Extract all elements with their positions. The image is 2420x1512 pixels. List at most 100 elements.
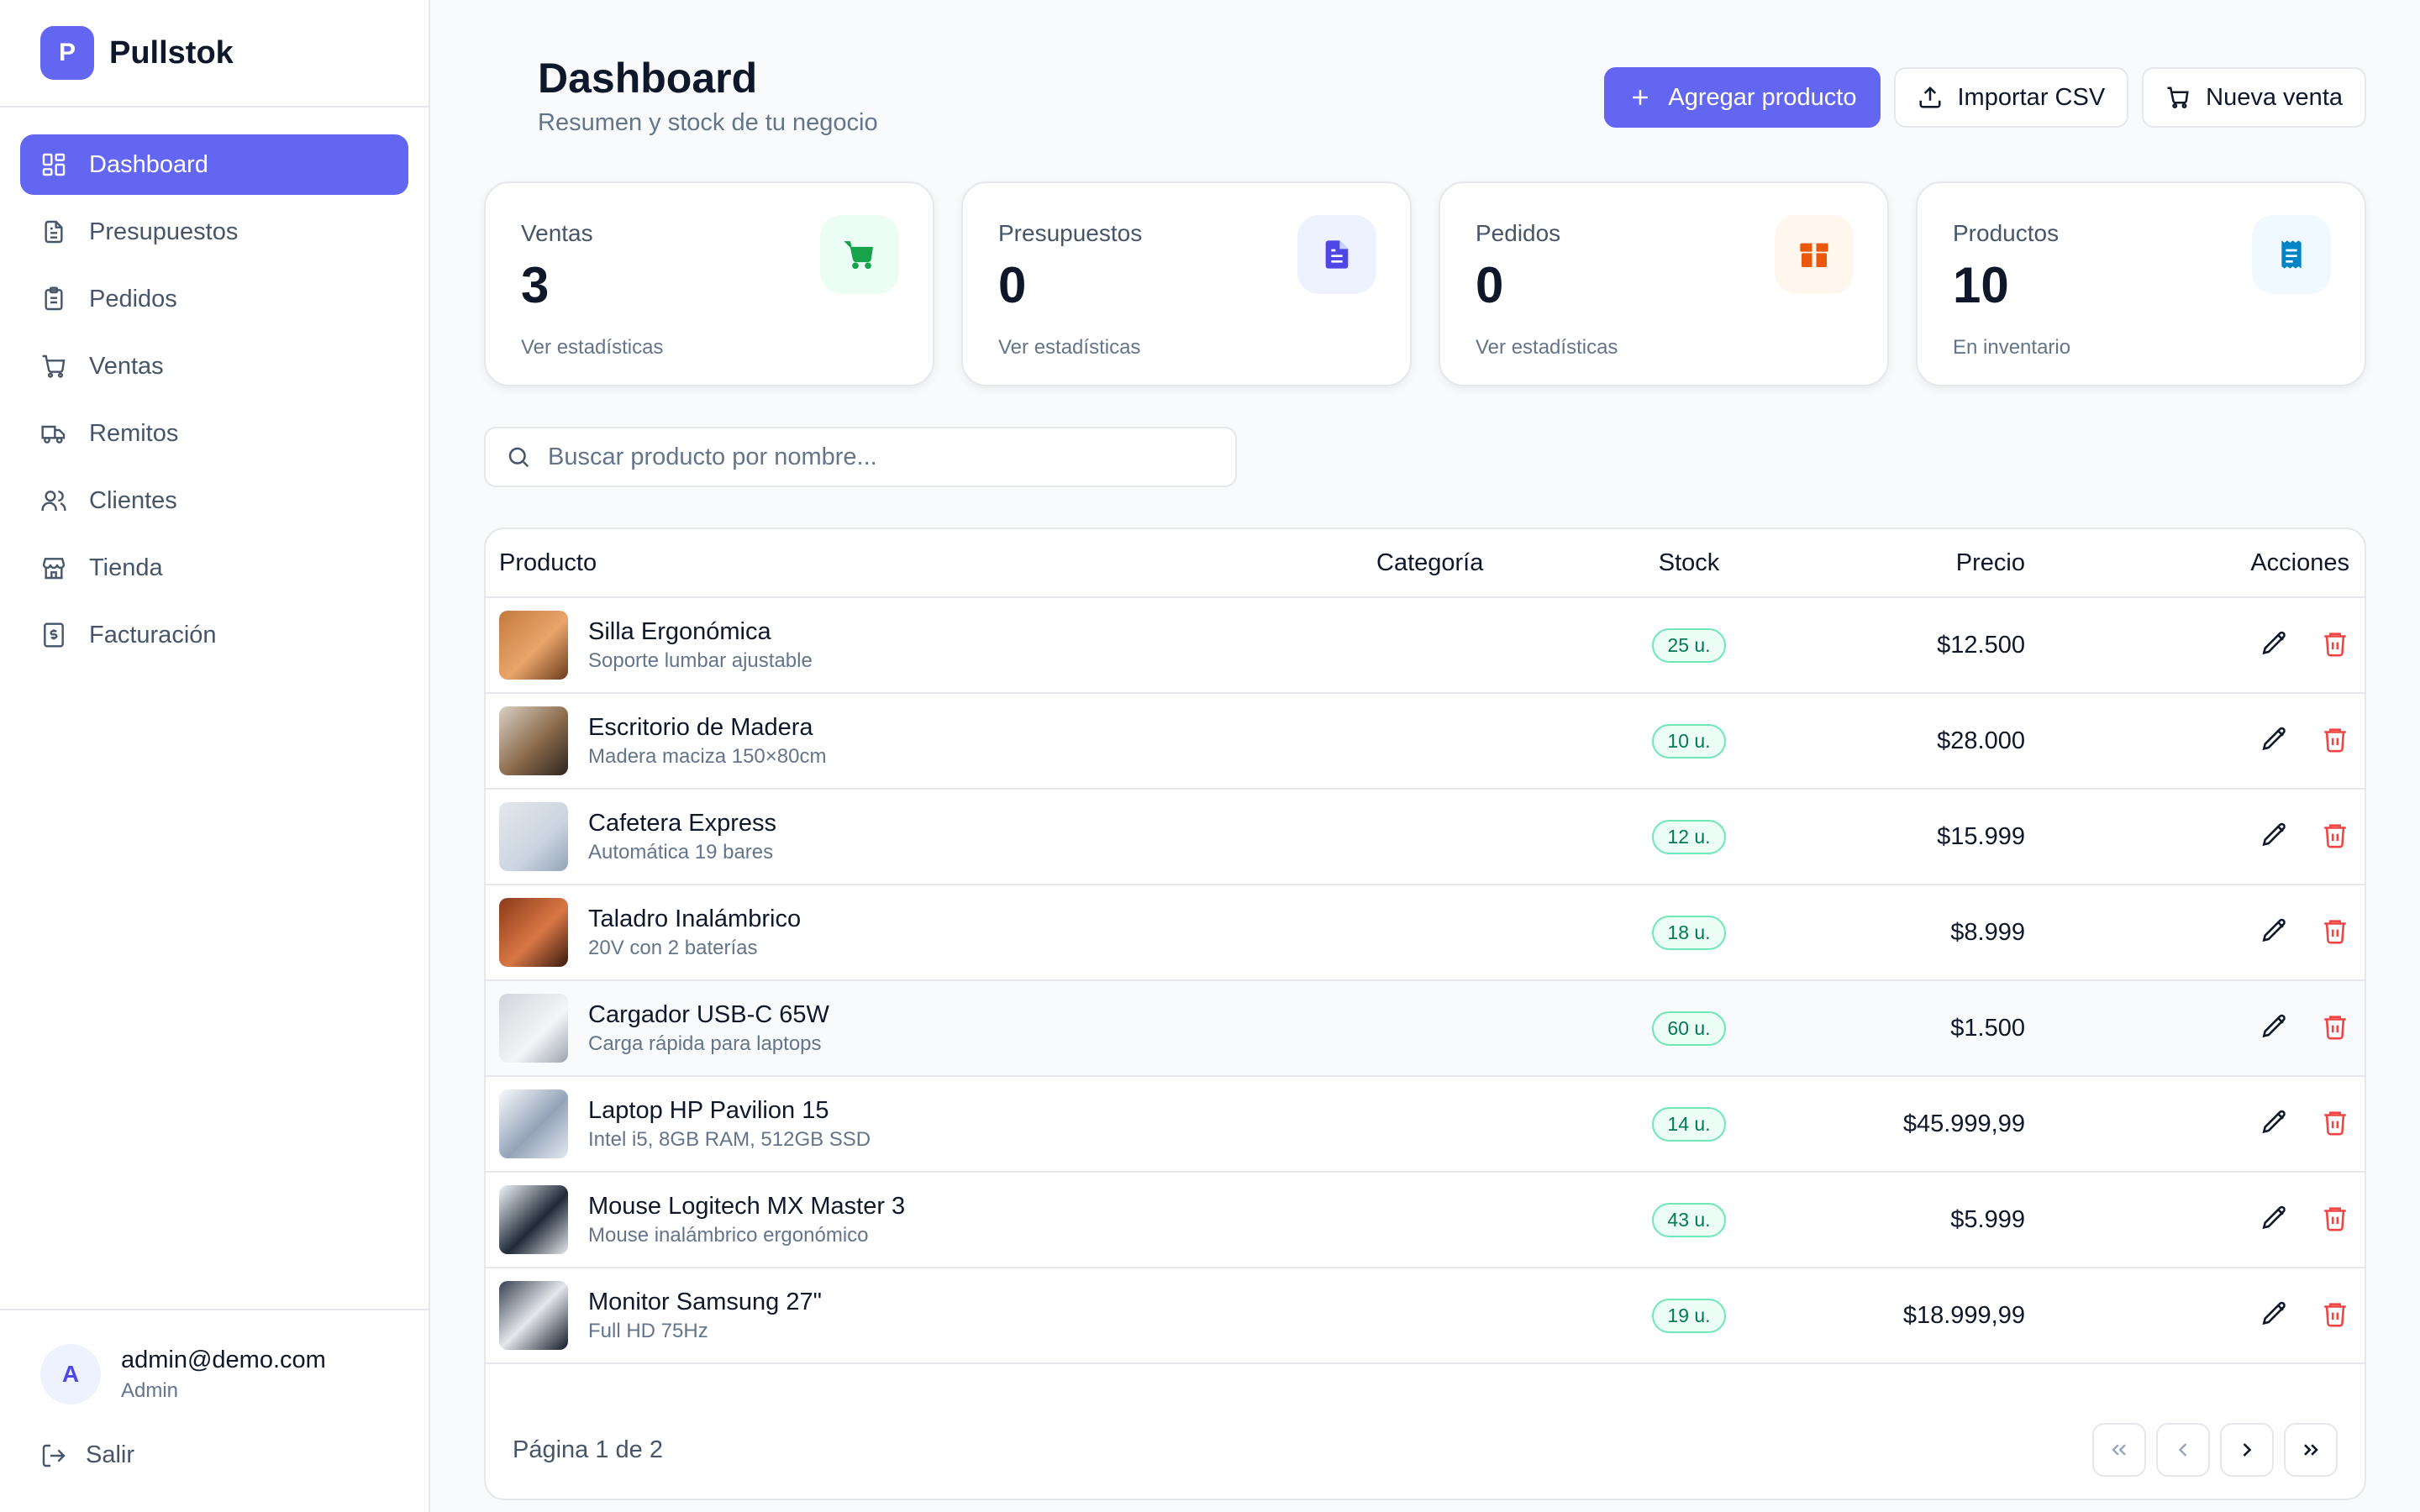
product-cell: Mouse Logitech MX Master 3 Mouse inalámb…: [486, 1185, 1376, 1254]
search-box[interactable]: [484, 427, 1237, 487]
edit-icon[interactable]: [2260, 916, 2289, 945]
stat-card-productos[interactable]: Productos 10 En inventario: [1916, 181, 2366, 386]
product-description: Full HD 75Hz: [588, 1319, 708, 1342]
add-product-button[interactable]: Agregar producto: [1604, 67, 1881, 128]
column-header-category[interactable]: Categoría: [1376, 549, 1605, 577]
page-header: Dashboard Resumen y stock de tu negocio …: [484, 0, 2366, 165]
product-cell: Escritorio de Madera Madera maciza 150×8…: [486, 706, 1376, 775]
product-thumbnail: [499, 898, 568, 967]
edit-icon[interactable]: [2260, 1204, 2289, 1232]
product-cell: Taladro Inalámbrico 20V con 2 baterías: [486, 898, 1376, 967]
product-description: Mouse inalámbrico ergonómico: [588, 1223, 869, 1247]
edit-icon[interactable]: [2260, 1299, 2289, 1328]
table-row[interactable]: Escritorio de Madera Madera maciza 150×8…: [486, 694, 2365, 790]
table-header: Producto Categoría Stock Precio Acciones: [486, 529, 2365, 598]
table-body: Silla Ergonómica Soporte lumbar ajustabl…: [486, 598, 2365, 1364]
stock-badge: 43 u.: [1652, 1202, 1726, 1237]
stat-icon-wrap: [820, 215, 899, 294]
trash-icon[interactable]: [2321, 1108, 2349, 1137]
product-cell: Laptop HP Pavilion 15 Intel i5, 8GB RAM,…: [486, 1089, 1376, 1158]
table-row[interactable]: Mouse Logitech MX Master 3 Mouse inalámb…: [486, 1173, 2365, 1268]
add-product-label: Agregar producto: [1668, 83, 1857, 111]
logout-button[interactable]: Salir: [40, 1441, 388, 1469]
table-row[interactable]: Cargador USB-C 65W Carga rápida para lap…: [486, 981, 2365, 1077]
row-actions: [2025, 821, 2365, 853]
sidebar-item-remitos[interactable]: Remitos: [20, 403, 408, 464]
sidebar-item-pedidos[interactable]: Pedidos: [20, 269, 408, 329]
product-name: Mouse Logitech MX Master 3: [588, 1192, 906, 1220]
sidebar-item-label: Facturación: [89, 621, 217, 648]
trash-icon[interactable]: [2321, 821, 2349, 849]
stock-badge: 60 u.: [1652, 1011, 1726, 1046]
product-thumbnail: [499, 994, 568, 1063]
table-row[interactable]: Laptop HP Pavilion 15 Intel i5, 8GB RAM,…: [486, 1077, 2365, 1173]
product-name: Taladro Inalámbrico: [588, 905, 802, 932]
product-name: Silla Ergonómica: [588, 617, 771, 645]
sidebar-item-label: Tienda: [89, 554, 163, 581]
edit-icon[interactable]: [2260, 629, 2289, 658]
sidebar-item-ventas[interactable]: Ventas: [20, 336, 408, 396]
import-csv-button[interactable]: Importar CSV: [1893, 67, 2129, 128]
products-table: Producto Categoría Stock Precio Acciones…: [484, 528, 2366, 1500]
stock-cell: 60 u.: [1605, 1011, 1773, 1046]
edit-icon[interactable]: [2260, 1108, 2289, 1137]
edit-icon[interactable]: [2260, 725, 2289, 753]
receipt-icon: [2281, 240, 2302, 269]
trash-icon[interactable]: [2321, 1299, 2349, 1328]
product-cell: Cargador USB-C 65W Carga rápida para lap…: [486, 994, 1376, 1063]
search-input[interactable]: [548, 443, 1203, 471]
sidebar-item-dashboard[interactable]: Dashboard: [20, 134, 408, 195]
user-role: Admin: [121, 1378, 179, 1402]
clipboard-icon: [45, 286, 63, 311]
product-text: Cafetera Express Automática 19 bares: [588, 810, 776, 864]
stat-card-ventas[interactable]: Ventas 3 Ver estadísticas: [484, 181, 934, 386]
brand-logo: P: [40, 26, 94, 80]
brand-name: Pullstok: [109, 34, 234, 71]
stat-icon-wrap: [1775, 215, 1854, 294]
table-row[interactable]: Silla Ergonómica Soporte lumbar ajustabl…: [486, 598, 2365, 694]
product-name: Cargador USB-C 65W: [588, 1000, 829, 1028]
product-description: Intel i5, 8GB RAM, 512GB SSD: [588, 1127, 871, 1151]
truck-icon: [41, 425, 66, 444]
last-page-button[interactable]: [2284, 1423, 2338, 1477]
trash-icon[interactable]: [2321, 916, 2349, 945]
stock-badge: 12 u.: [1652, 819, 1726, 854]
sidebar-item-label: Presupuestos: [89, 218, 239, 245]
plus-icon: [1633, 90, 1649, 105]
trash-icon[interactable]: [2321, 1012, 2349, 1041]
new-sale-label: Nueva venta: [2206, 83, 2343, 111]
column-header-price[interactable]: Precio: [1773, 549, 2025, 577]
sidebar-item-facturacion[interactable]: Facturación: [20, 605, 408, 665]
trash-icon[interactable]: [2321, 725, 2349, 753]
header-actions: Agregar producto Importar CSV Nueva vent…: [1604, 67, 2366, 128]
edit-icon[interactable]: [2260, 1012, 2289, 1041]
user-profile[interactable]: A admin@demo.com Admin: [40, 1344, 388, 1404]
first-page-button[interactable]: [2092, 1423, 2146, 1477]
new-sale-button[interactable]: Nueva venta: [2142, 67, 2366, 128]
table-row[interactable]: Cafetera Express Automática 19 bares 12 …: [486, 790, 2365, 885]
product-thumbnail: [499, 1089, 568, 1158]
sidebar-item-presupuestos[interactable]: Presupuestos: [20, 202, 408, 262]
brand[interactable]: P Pullstok: [0, 0, 429, 108]
invoice-icon: [44, 622, 64, 648]
sidebar-item-label: Clientes: [89, 486, 177, 514]
next-page-button[interactable]: [2220, 1423, 2274, 1477]
edit-icon[interactable]: [2260, 821, 2289, 849]
trash-icon[interactable]: [2321, 629, 2349, 658]
product-thumbnail: [499, 611, 568, 680]
stat-card-pedidos[interactable]: Pedidos 0 Ver estadísticas: [1439, 181, 1889, 386]
sidebar-item-tienda[interactable]: Tienda: [20, 538, 408, 598]
prev-page-button[interactable]: [2156, 1423, 2210, 1477]
trash-icon[interactable]: [2321, 1204, 2349, 1232]
sidebar-item-clientes[interactable]: Clientes: [20, 470, 408, 531]
chevron-left-icon: [2178, 1443, 2187, 1457]
column-header-stock[interactable]: Stock: [1605, 549, 1773, 577]
table-row[interactable]: Taladro Inalámbrico 20V con 2 baterías 1…: [486, 885, 2365, 981]
column-header-product[interactable]: Producto: [486, 549, 1376, 577]
page-info: Página 1 de 2: [513, 1436, 663, 1463]
table-row[interactable]: Monitor Samsung 27" Full HD 75Hz 19 u. $…: [486, 1268, 2365, 1364]
product-text: Taladro Inalámbrico 20V con 2 baterías: [588, 906, 801, 960]
document-icon: [1325, 240, 1349, 269]
product-cell: Monitor Samsung 27" Full HD 75Hz: [486, 1281, 1376, 1350]
stat-card-presupuestos[interactable]: Presupuestos 0 Ver estadísticas: [961, 181, 1412, 386]
